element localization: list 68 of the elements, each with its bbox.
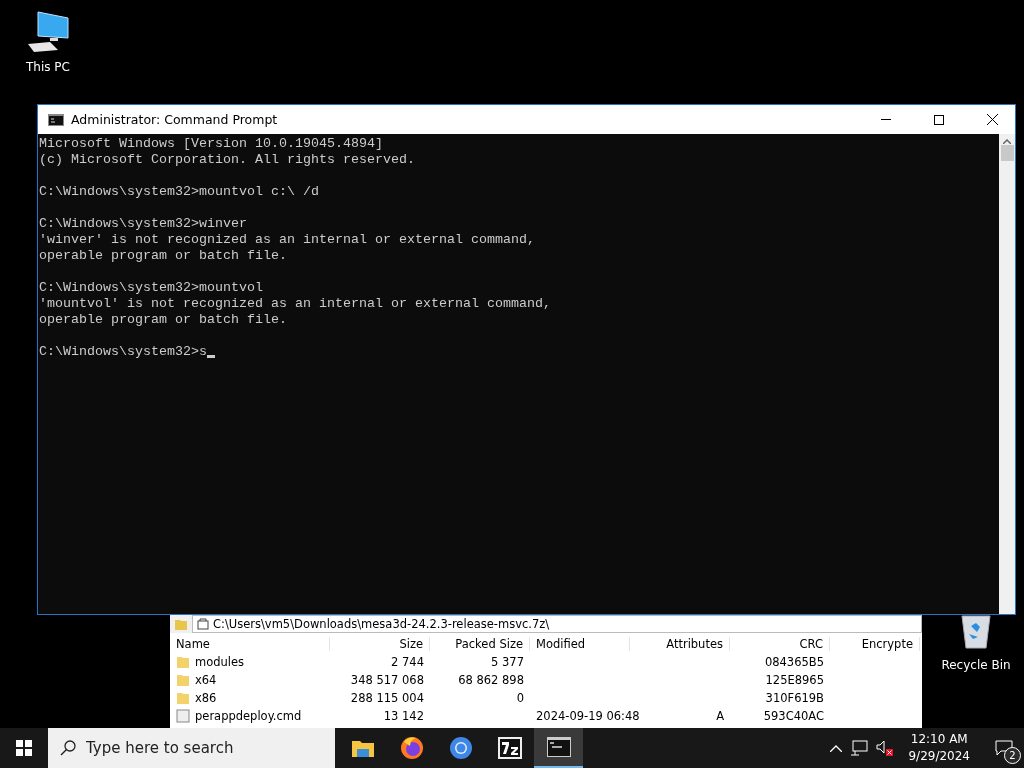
minimize-icon <box>881 119 891 120</box>
desktop-icon-label[interactable]: This PC <box>26 60 70 74</box>
terminal-icon <box>48 113 64 126</box>
address-field[interactable]: C:\Users\vm5\Downloads\mesa3d-24.2.3-release-msvc.7z\ <box>192 615 922 633</box>
volume-muted-icon[interactable] <box>876 740 895 756</box>
folder-icon[interactable] <box>350 738 375 758</box>
table-cell: 310F619B <box>765 691 824 705</box>
search-icon <box>60 740 76 756</box>
archive-icon <box>197 618 209 630</box>
chevron-up-icon[interactable] <box>830 744 843 752</box>
notifications-button[interactable]: 2 <box>984 728 1024 768</box>
console-line: operable program or batch file. <box>39 248 287 264</box>
table-cell: modules <box>195 655 245 669</box>
network-icon[interactable] <box>850 740 869 756</box>
search-field[interactable]: Type here to search <box>48 728 335 768</box>
column-header[interactable]: Size <box>330 637 430 651</box>
clock[interactable]: 12:10 AM 9/29/2024 <box>902 731 976 765</box>
table-cell: 084365B5 <box>764 655 824 669</box>
table-cell: 2 744 <box>391 655 424 669</box>
table-cell: 348 517 068 <box>350 673 424 687</box>
folder-icon <box>176 673 190 687</box>
window-title: Administrator: Command Prompt <box>71 112 279 127</box>
archive-app-icon[interactable] <box>497 737 522 759</box>
table-cell: perappdeploy.cmd <box>195 709 302 723</box>
folder-icon <box>176 691 190 705</box>
taskbar-button[interactable] <box>534 728 583 768</box>
browser-circle-icon[interactable] <box>448 736 473 760</box>
table-cell: 593C40AC <box>763 709 824 723</box>
cursor-icon <box>206 355 215 358</box>
column-header[interactable]: Attributes <box>630 637 730 651</box>
file-icon <box>176 709 190 723</box>
table-cell: x86 <box>195 691 217 705</box>
scroll-up-icon[interactable] <box>1003 139 1011 144</box>
console-line: C:\Windows\system32>s <box>39 344 207 360</box>
table-cell: 288 115 004 <box>350 691 424 705</box>
console-line: Microsoft Windows [Version 10.0.19045.4894] <box>39 136 383 152</box>
folder-icon <box>176 655 190 669</box>
table-cell: 0 <box>516 691 524 705</box>
scrollbar[interactable] <box>999 134 1015 614</box>
console-line: 'mountvol' is not recognized as an internal or external command, <box>39 296 551 312</box>
browser-fox-icon[interactable] <box>399 736 424 760</box>
scroll-thumb[interactable] <box>1000 145 1014 161</box>
console-line: operable program or batch file. <box>39 312 287 328</box>
table-cell: A <box>716 709 724 723</box>
console-line: (c) Microsoft Corporation. All rights reserved. <box>39 152 415 168</box>
column-header[interactable]: Name <box>170 637 330 651</box>
console-line: 'winver' is not recognized as an internal or external command, <box>39 232 535 248</box>
column-header[interactable]: Packed Size <box>430 637 530 651</box>
column-header[interactable]: Encrypte <box>830 637 920 651</box>
notification-count: 2 <box>1004 747 1021 764</box>
clock-time: 12:10 AM <box>910 731 968 748</box>
table-cell: x64 <box>195 673 217 687</box>
clock-date: 9/29/2024 <box>908 748 970 765</box>
table-cell: 2024-09-19 06:48 <box>536 709 640 723</box>
table-cell: 13 142 <box>383 709 424 723</box>
console-line: C:\Windows\system32>mountvol <box>39 280 263 296</box>
table-cell: 68 862 898 <box>458 673 524 687</box>
maximize-icon <box>934 114 944 125</box>
column-header[interactable]: CRC <box>730 637 830 651</box>
column-header[interactable]: Modified <box>530 637 630 651</box>
terminal-icon[interactable] <box>546 737 571 757</box>
console-line: C:\Windows\system32>mountvol c:\ /d <box>39 184 319 200</box>
desktop-icon-label[interactable]: Recycle Bin <box>941 658 1011 672</box>
close-icon <box>986 114 998 125</box>
table-cell: 5 377 <box>491 655 524 669</box>
console-line: C:\Windows\system32>winver <box>39 216 247 232</box>
windows-logo-icon <box>16 740 32 756</box>
table-cell: 125E8965 <box>765 673 824 687</box>
